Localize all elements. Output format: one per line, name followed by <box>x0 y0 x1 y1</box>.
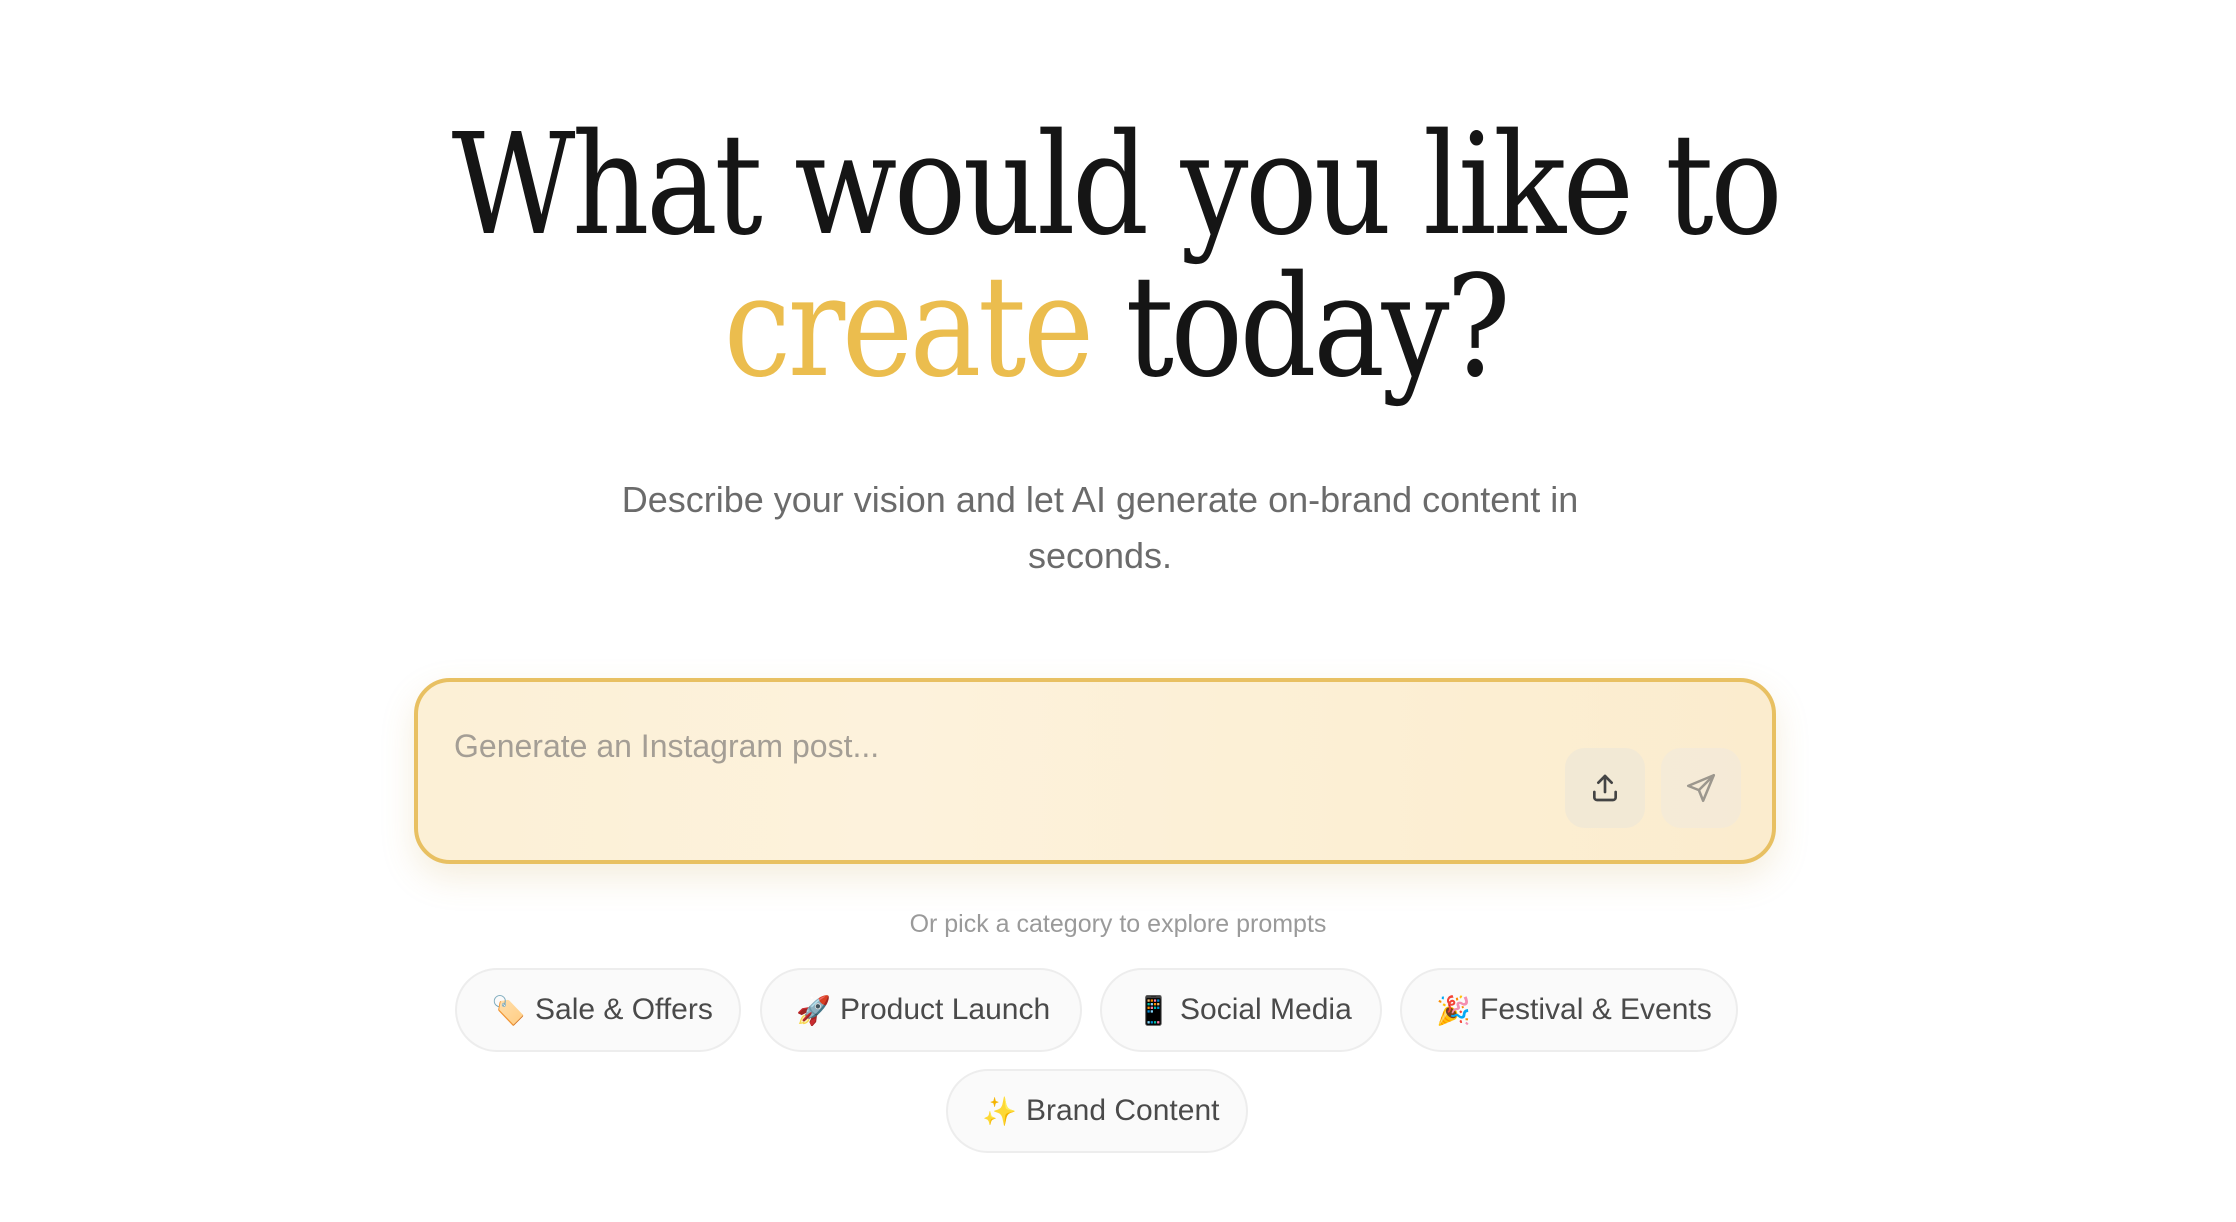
headline-line-1: What would you like to <box>451 104 1783 267</box>
send-icon <box>1686 773 1716 803</box>
sparkles-icon: ✨ <box>982 1095 1017 1127</box>
prompt-box <box>414 678 1776 864</box>
category-chip-festival-events[interactable]: 🎉 Festival & Events <box>1400 968 1738 1052</box>
page-headline: What would you like to create today? <box>154 115 2077 399</box>
party-popper-icon: 🎉 <box>1436 994 1471 1026</box>
chip-label: Sale & Offers <box>535 993 713 1026</box>
category-chip-product-launch[interactable]: 🚀 Product Launch <box>760 968 1082 1052</box>
category-chip-social-media[interactable]: 📱 Social Media <box>1100 968 1382 1052</box>
tag-icon: 🏷️ <box>491 994 526 1026</box>
chip-label: Social Media <box>1180 993 1352 1026</box>
chip-label: Product Launch <box>840 993 1051 1026</box>
chip-label: Brand Content <box>1026 1094 1220 1127</box>
page-subtitle: Describe your vision and let AI generate… <box>621 479 1579 576</box>
headline-line-2: today? <box>1125 246 1511 409</box>
chip-label: Festival & Events <box>1480 993 1712 1026</box>
send-button[interactable] <box>1661 748 1741 828</box>
category-hint: Or pick a category to explore prompts <box>909 910 1327 938</box>
headline-accent-word: create <box>723 246 1094 409</box>
rocket-icon: 🚀 <box>796 994 831 1026</box>
upload-button[interactable] <box>1565 748 1645 828</box>
phone-icon: 📱 <box>1136 994 1171 1026</box>
upload-icon <box>1593 774 1617 802</box>
category-chip-sale-offers[interactable]: 🏷️ Sale & Offers <box>455 968 741 1052</box>
prompt-input[interactable] <box>454 724 1454 768</box>
category-chip-brand-content[interactable]: ✨ Brand Content <box>946 1069 1248 1153</box>
